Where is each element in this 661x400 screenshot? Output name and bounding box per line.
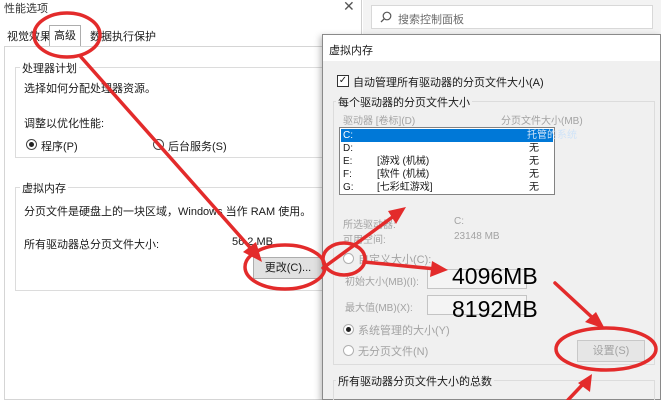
search-icon [380, 11, 392, 23]
selected-drive-value: C: [454, 216, 464, 227]
auto-manage-label[interactable]: 自动管理所有驱动器的分页文件大小(A) [353, 74, 544, 90]
tab-visual-effects[interactable]: 视觉效果 [3, 28, 55, 47]
tab-dep[interactable]: 数据执行保护 [86, 28, 160, 47]
drive-row[interactable]: C: 托管的系统 [341, 129, 577, 142]
paging-file-desc: 分页文件是硬盘上的一块区域，Windows 当作 RAM 使用。 [24, 206, 312, 218]
no-paging-label[interactable]: 无分页文件(N) [358, 343, 428, 359]
search-input[interactable]: 搜索控制面板 [371, 5, 653, 29]
drive-row[interactable]: D: 无 [341, 142, 553, 155]
drive-row[interactable]: E: [游戏 (机械) 无 [341, 155, 553, 168]
max-size-label: 最大值(MB)(X): [345, 303, 413, 314]
total-legend: 所有驱动器分页文件大小的总数 [336, 373, 494, 389]
vm-dialog-title: 虚拟内存 [329, 45, 373, 57]
adjust-label: 调整以优化性能: [24, 118, 105, 130]
programs-label[interactable]: 程序(P) [41, 138, 78, 154]
background-services-radio[interactable] [153, 139, 164, 150]
custom-size-label[interactable]: 自定义大小(C): [358, 251, 431, 267]
background-services-label[interactable]: 后台服务(S) [168, 138, 227, 154]
drive-column-header: 驱动器 [卷标](D) [343, 116, 416, 127]
dialog-title: 性能选项 [4, 3, 48, 15]
system-managed-radio[interactable] [343, 324, 354, 335]
free-space-label: 可用空间: [343, 235, 386, 246]
selected-drive-label: 所选驱动器: [343, 220, 396, 231]
control-panel-search-area: 搜索控制面板 [363, 0, 661, 34]
size-column-header: 分页文件大小(MB) [501, 116, 583, 127]
no-paging-radio[interactable] [343, 345, 354, 356]
performance-options-dialog: 性能选项 ✕ 视觉效果 高级 数据执行保护 处理器计划 选择如何分配处理器资源。… [0, 0, 362, 400]
change-button[interactable]: 更改(C)... [253, 257, 323, 279]
cpu-scheduling-legend: 处理器计划 [20, 60, 79, 76]
virtual-memory-dialog: 虚拟内存 ✓ 自动管理所有驱动器的分页文件大小(A) 每个驱动器的分页文件大小 … [322, 34, 661, 400]
total-paging-label: 所有驱动器总分页文件大小: [24, 239, 160, 251]
cpu-scheduling-desc: 选择如何分配处理器资源。 [24, 83, 156, 95]
tab-content-advanced: 处理器计划 选择如何分配处理器资源。 调整以优化性能: 程序(P) 后台服务(S… [4, 46, 359, 400]
drive-list[interactable]: C: 托管的系统 D: 无 E: [游戏 (机械) 无 F: [软件 (机械) … [339, 127, 577, 195]
cpu-scheduling-group: 处理器计划 选择如何分配处理器资源。 调整以优化性能: 程序(P) 后台服务(S… [15, 60, 345, 158]
drive-row[interactable]: F: [软件 (机械) 无 [341, 168, 553, 181]
close-icon[interactable]: ✕ [343, 0, 355, 15]
drive-row[interactable]: G: [七彩虹游戏] 无 [341, 181, 553, 194]
tab-advanced[interactable]: 高级 [49, 25, 81, 47]
virtual-memory-legend: 虚拟内存 [20, 180, 68, 196]
initial-size-label: 初始大小(MB)(I): [345, 277, 419, 288]
search-placeholder: 搜索控制面板 [398, 14, 464, 26]
set-button[interactable]: 设置(S) [577, 340, 645, 362]
virtual-memory-group: 虚拟内存 分页文件是硬盘上的一块区域，Windows 当作 RAM 使用。 所有… [15, 180, 345, 291]
auto-manage-checkbox[interactable]: ✓ [337, 75, 349, 87]
max-size-annotation: 8192MB [452, 296, 538, 322]
custom-size-radio[interactable] [343, 253, 354, 264]
initial-size-annotation: 4096MB [452, 263, 538, 289]
programs-radio[interactable] [26, 139, 37, 150]
total-paging-value: 56 2 MB [232, 236, 273, 248]
per-drive-legend: 每个驱动器的分页文件大小 [336, 94, 472, 110]
system-managed-label[interactable]: 系统管理的大小(Y) [358, 322, 450, 338]
free-space-value: 23148 MB [454, 231, 500, 242]
vm-titlebar: 虚拟内存 [323, 35, 660, 61]
total-group: 所有驱动器分页文件大小的总数 [333, 373, 655, 400]
